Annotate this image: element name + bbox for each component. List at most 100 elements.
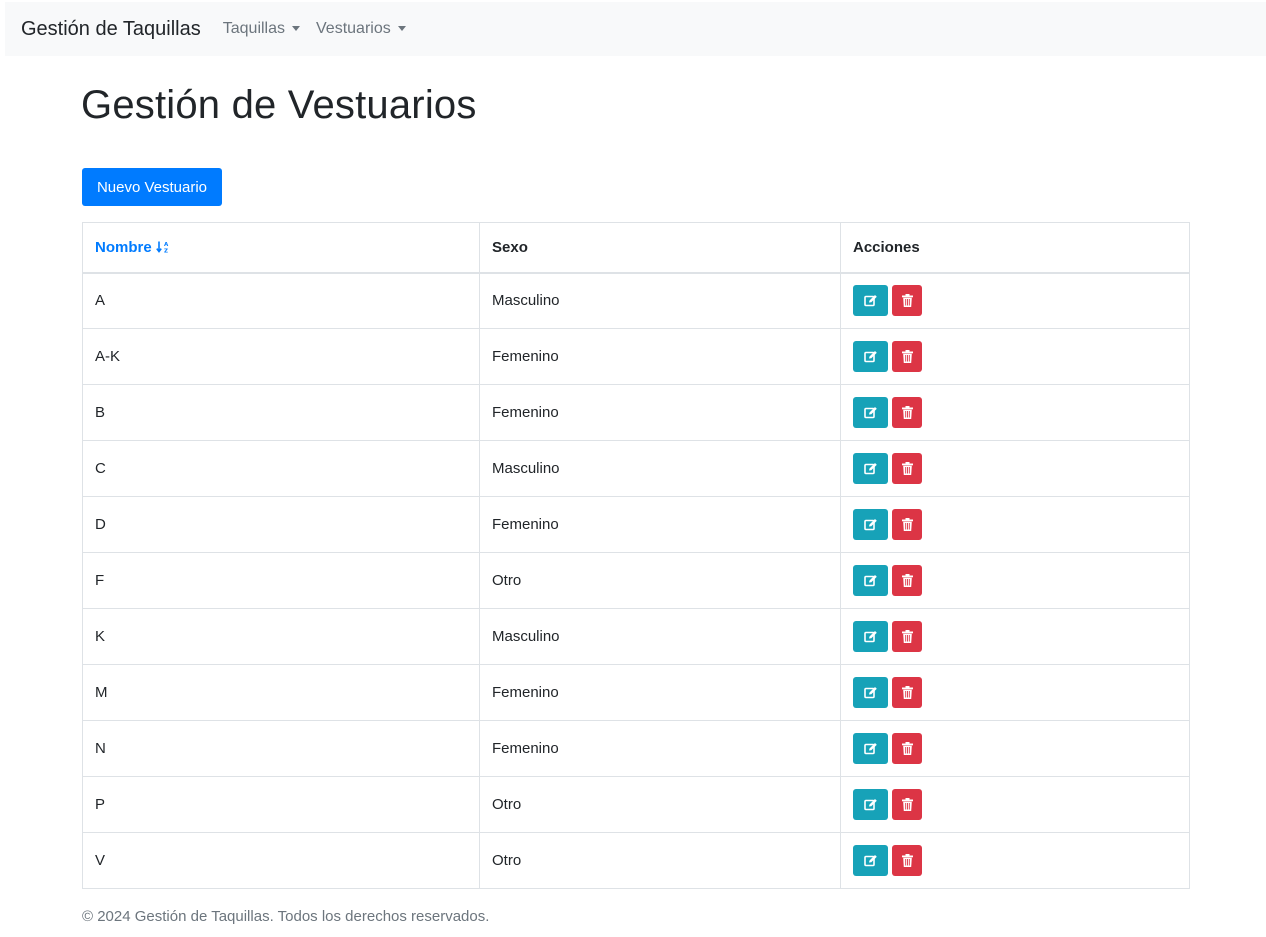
cell-acciones (840, 552, 1190, 609)
trash-icon (901, 350, 913, 363)
table-row: M Femenino (82, 664, 1190, 721)
trash-icon (901, 406, 913, 419)
cell-acciones (840, 832, 1190, 889)
cell-nombre: V (82, 832, 480, 889)
cell-sexo: Femenino (479, 664, 841, 721)
trash-icon (901, 630, 913, 643)
cell-acciones (840, 496, 1190, 553)
table-row: A-K Femenino (82, 328, 1190, 385)
cell-acciones (840, 664, 1190, 721)
trash-icon (901, 574, 913, 587)
cell-nombre: N (82, 720, 480, 777)
trash-icon (901, 854, 913, 867)
cell-sexo: Femenino (479, 496, 841, 553)
edit-button[interactable] (853, 733, 888, 764)
cell-nombre: A-K (82, 328, 480, 385)
delete-button[interactable] (892, 453, 922, 484)
column-header-acciones: Acciones (840, 222, 1190, 274)
edit-button[interactable] (853, 621, 888, 652)
edit-button[interactable] (853, 677, 888, 708)
edit-button[interactable] (853, 789, 888, 820)
table-row: F Otro (82, 552, 1190, 609)
navbar-brand[interactable]: Gestión de Taquillas (21, 18, 201, 41)
trash-icon (901, 742, 913, 755)
delete-button[interactable] (892, 397, 922, 428)
cell-acciones (840, 384, 1190, 441)
edit-button[interactable] (853, 285, 888, 317)
table-row: B Femenino (82, 384, 1190, 441)
sort-alpha-down-icon: A Z (155, 241, 169, 253)
edit-button[interactable] (853, 453, 888, 484)
page-title: Gestión de Vestuarios (81, 83, 477, 127)
cell-nombre: F (82, 552, 480, 609)
cell-nombre: D (82, 496, 480, 553)
table-row: V Otro (82, 832, 1190, 889)
navbar: Gestión de Taquillas Taquillas Vestuario… (5, 2, 1266, 56)
svg-text:Z: Z (164, 248, 168, 253)
delete-button[interactable] (892, 845, 922, 876)
new-vestuario-button[interactable]: Nuevo Vestuario (82, 168, 222, 206)
table-row: D Femenino (82, 496, 1190, 553)
delete-button[interactable] (892, 341, 922, 372)
cell-sexo: Femenino (479, 720, 841, 777)
edit-icon (863, 350, 878, 363)
delete-button[interactable] (892, 789, 922, 820)
delete-button[interactable] (892, 733, 922, 764)
cell-acciones (840, 440, 1190, 497)
cell-nombre: M (82, 664, 480, 721)
nav-menu-taquillas-label: Taquillas (222, 20, 286, 37)
trash-icon (901, 462, 913, 475)
edit-icon (863, 574, 878, 587)
column-header-nombre-label: Nombre (95, 238, 152, 256)
cell-nombre: C (82, 440, 480, 497)
cell-nombre: A (82, 272, 480, 329)
delete-button[interactable] (892, 565, 922, 596)
trash-icon (901, 798, 913, 811)
cell-sexo: Otro (479, 832, 841, 889)
column-header-sexo: Sexo (479, 222, 841, 274)
cell-sexo: Masculino (479, 440, 841, 497)
cell-acciones (840, 328, 1190, 385)
edit-icon (863, 462, 878, 475)
cell-sexo: Femenino (479, 328, 841, 385)
cell-acciones (840, 776, 1190, 833)
delete-button[interactable] (892, 677, 922, 708)
edit-button[interactable] (853, 845, 888, 876)
cell-acciones (840, 272, 1190, 329)
edit-icon (863, 518, 878, 531)
footer: © 2024 Gestión de Taquillas. Todos los d… (82, 908, 490, 925)
cell-nombre: B (82, 384, 480, 441)
svg-text:A: A (164, 242, 169, 248)
edit-button[interactable] (853, 565, 888, 596)
delete-button[interactable] (892, 285, 922, 317)
cell-sexo: Masculino (479, 272, 841, 329)
chevron-down-icon (397, 25, 406, 31)
delete-button[interactable] (892, 509, 922, 540)
table-row: A Masculino (82, 272, 1190, 329)
nav-menu-vestuarios[interactable]: Vestuarios (316, 20, 406, 38)
cell-acciones (840, 720, 1190, 777)
trash-icon (901, 518, 913, 531)
column-header-nombre[interactable]: Nombre A Z (82, 222, 480, 274)
nav-menu-taquillas[interactable]: Taquillas (222, 20, 301, 38)
chevron-down-icon (292, 25, 301, 31)
cell-nombre: K (82, 608, 480, 665)
edit-button[interactable] (853, 509, 888, 540)
cell-sexo: Otro (479, 776, 841, 833)
vestuarios-table: Nombre A Z Sexo Acciones A Masculino A-K Fe… (82, 222, 1190, 889)
table-header-row: Nombre A Z Sexo Acciones (82, 222, 1190, 274)
table-row: N Femenino (82, 720, 1190, 777)
cell-sexo: Masculino (479, 608, 841, 665)
edit-icon (863, 630, 878, 643)
sort-nombre-link[interactable]: Nombre A Z (95, 239, 170, 256)
table-row: P Otro (82, 776, 1190, 833)
delete-button[interactable] (892, 621, 922, 652)
trash-icon (901, 294, 913, 308)
edit-icon (863, 294, 878, 307)
edit-icon (863, 406, 878, 419)
edit-icon (863, 798, 878, 811)
edit-button[interactable] (853, 397, 888, 428)
edit-button[interactable] (853, 341, 888, 372)
trash-icon (901, 686, 913, 699)
nav-menu-vestuarios-label: Vestuarios (316, 20, 391, 37)
